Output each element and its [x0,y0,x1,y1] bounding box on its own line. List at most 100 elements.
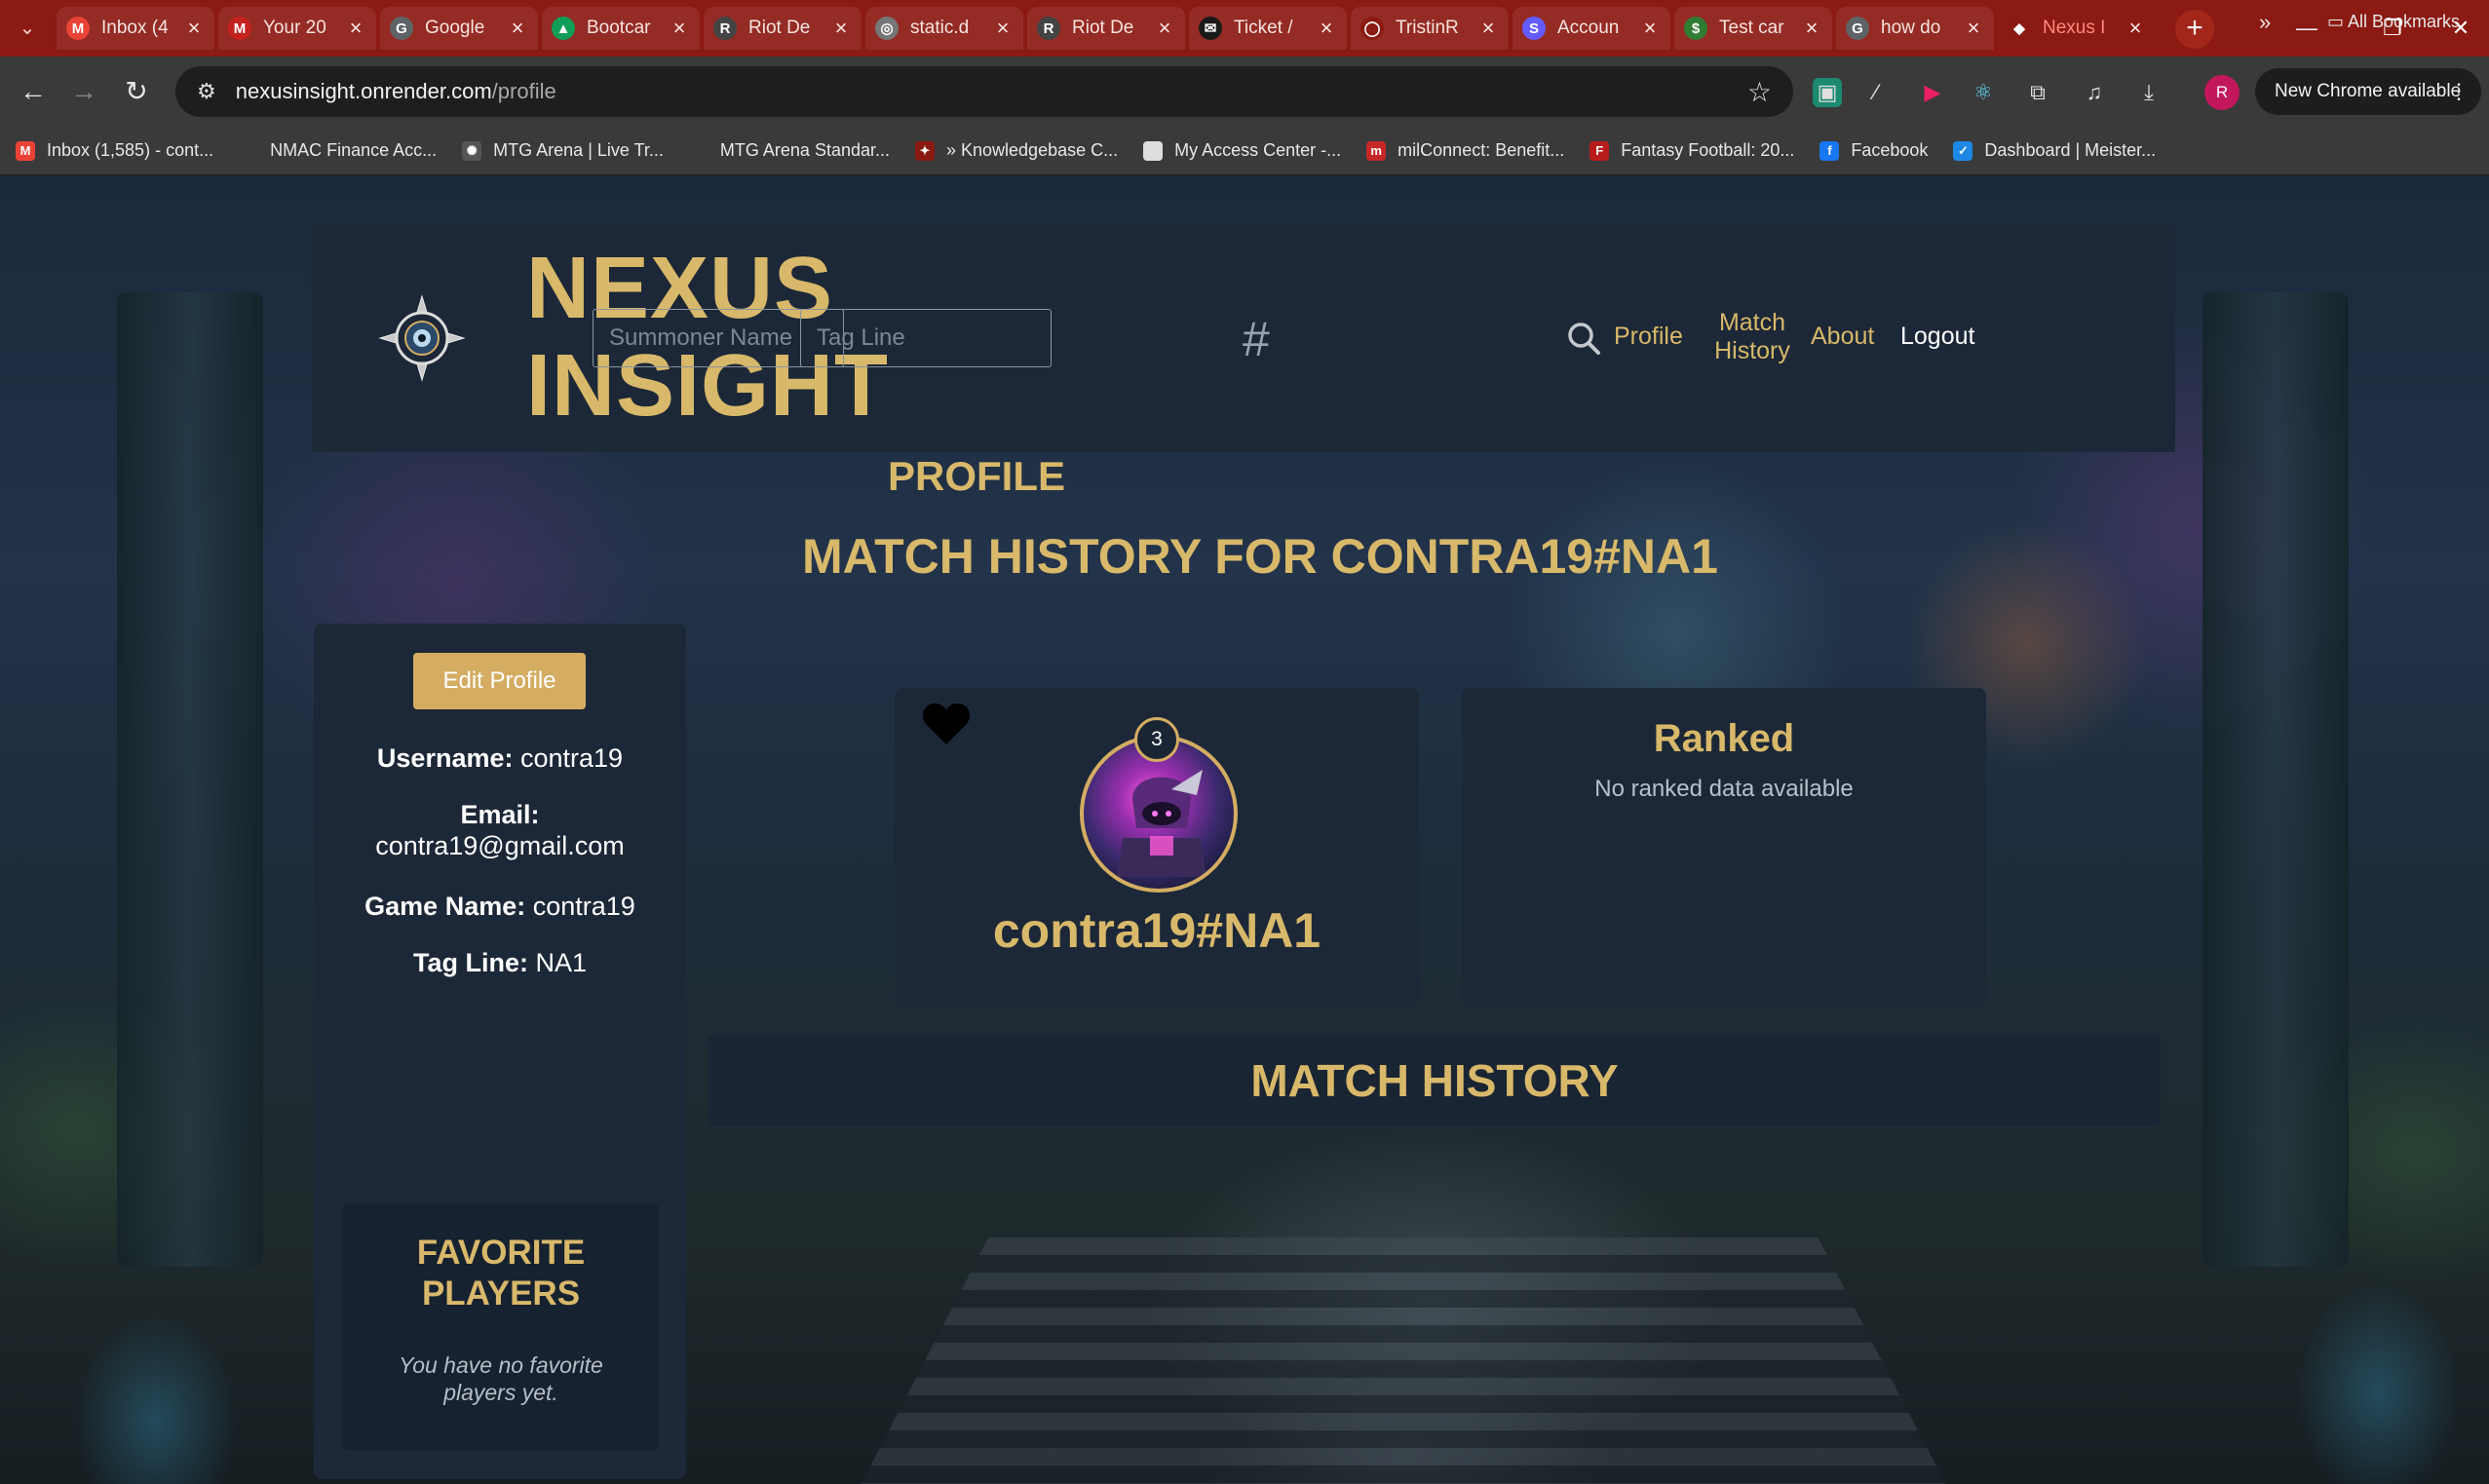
close-tab-icon[interactable]: × [830,16,852,41]
ranked-title: Ranked [1653,717,1795,760]
bookmarks-overflow-icon[interactable]: » [2259,10,2271,35]
tab-title: Nexus I [2043,18,2106,38]
browser-tab[interactable]: G Google × [380,7,538,50]
site-info-icon[interactable]: ⚙ [197,79,216,104]
riot-icon: R [1037,17,1060,40]
blank-icon [239,140,259,161]
reload-icon[interactable]: ↻ [117,72,156,111]
browser-tab[interactable]: ▲ Bootcar × [542,7,700,50]
back-icon[interactable]: ← [14,72,53,111]
bookmark-item[interactable]: MTG Arena Standar... [688,140,890,161]
profile-avatar[interactable]: R [2204,75,2240,110]
github-icon: ◯ [1360,17,1384,40]
drive-icon: ▲ [552,17,575,40]
extension-icon[interactable]: ⁄ [1861,78,1891,107]
heart-icon[interactable] [922,702,971,746]
browser-tab[interactable]: S Accoun × [1513,7,1670,50]
tab-title: Inbox (4 [101,18,169,38]
page-title-text: PROFILE [887,453,1065,499]
all-bookmarks-link[interactable]: ▭ All Bookmarks [2327,12,2460,32]
page-title: PROFILE [0,453,2489,500]
bookmark-item[interactable]: m milConnect: Benefit... [1366,140,1564,161]
extensions-puzzle-icon[interactable]: ⧉ [2023,78,2052,107]
tab-list: M Inbox (4 × M Your 20 × G Google × ▲ Bootcar × R Rio… [57,7,2160,50]
bookmark-item[interactable]: ✓ Dashboard | Meister... [1953,140,2156,161]
tab-title: Test car [1719,18,1784,38]
close-tab-icon[interactable]: × [183,16,205,41]
nav-profile-link[interactable]: Profile [1614,323,1683,351]
search-icon[interactable] [1567,322,1600,355]
nav-logout-link[interactable]: Logout [1900,323,1974,351]
bookmark-item[interactable]: My Access Center -... [1143,140,1341,161]
bookmark-star-icon[interactable]: ☆ [1747,76,1772,108]
match-history-title: MATCH HISTORY [1250,1055,1619,1106]
tab-title: Riot De [748,18,811,38]
favorite-players-title: FAVORITE PLAYERS [416,1234,586,1313]
nexus-logo-icon[interactable] [378,294,466,382]
bookmark-item[interactable]: f Facebook [1819,140,1928,161]
riot-icon: R [713,17,737,40]
close-tab-icon[interactable]: × [1316,16,1337,41]
browser-tab[interactable]: ◆ Nexus I × [1998,7,2156,50]
edit-profile-button[interactable]: Edit Profile [413,653,586,709]
browser-tab[interactable]: ✉ Ticket / × [1189,7,1347,50]
google-icon: G [390,17,413,40]
nav-about-link[interactable]: About [1811,323,1874,351]
tab-search-icon[interactable]: ⌄ [8,12,47,45]
url-host: nexusinsight.onrender.com [235,79,492,103]
username-row: Username: contra19 [314,742,686,774]
close-tab-icon[interactable]: × [507,16,528,41]
close-tab-icon[interactable]: × [669,16,690,41]
bookmark-label: My Access Center -... [1174,140,1342,160]
browser-tab[interactable]: M Your 20 × [218,7,376,50]
close-tab-icon[interactable]: × [1963,16,1984,41]
background-steps [858,1237,1949,1484]
react-devtools-icon[interactable]: ⚛ [1969,78,1998,107]
bookmark-item[interactable]: F Fantasy Football: 20... [1589,140,1794,161]
chrome-update-button[interactable]: New Chrome available ⋮ [2255,68,2481,115]
bookmark-item[interactable]: ✺ MTG Arena | Live Tr... [462,140,664,161]
bookmark-item[interactable]: ✦ » Knowledgebase C... [915,140,1118,161]
extension-icon[interactable]: ▶ [1918,78,1947,107]
download-icon[interactable]: ⤓ [2134,78,2164,107]
username-value: contra19 [520,743,624,773]
gmail-icon: M [228,17,251,40]
close-tab-icon[interactable]: × [1639,16,1661,41]
browser-chrome: ⌄ M Inbox (4 × M Your 20 × G Google × ▲ Bootcar × R R… [0,0,2489,175]
browser-tab[interactable]: ◎ static.d × [865,7,1023,50]
bookmark-item[interactable]: M Inbox (1,585) - cont... [16,140,213,161]
forward-icon[interactable]: → [64,72,103,111]
ranked-empty-message: No ranked data available [1594,776,1854,802]
email-label: Email: [460,800,540,829]
close-tab-icon[interactable]: × [992,16,1014,41]
menu-dots-icon[interactable]: ⋮ [2448,79,2470,104]
tab-title: Google [425,18,485,38]
game-name-value: contra19 [532,892,635,921]
extension-icon[interactable]: ▣ [1813,78,1842,107]
doc-icon [1143,140,1164,161]
close-tab-icon[interactable]: × [1477,16,1499,41]
browser-tab[interactable]: M Inbox (4 × [57,7,214,50]
browser-tab[interactable]: ◯ TristinR × [1351,7,1509,50]
nav-match-history-link[interactable]: Match History [1704,309,1801,365]
browser-tab[interactable]: R Riot De × [704,7,862,50]
address-row: ← → ↻ ⚙ nexusinsight.onrender.com/profil… [0,57,2489,127]
page-viewport: NEXUS INSIGHT # Profile Match History Ab… [0,175,2489,1484]
browser-tab[interactable]: R Riot De × [1027,7,1185,50]
address-bar[interactable]: ⚙ nexusinsight.onrender.com/profile ☆ [175,66,1793,117]
match-history-heading: MATCH HISTORY FOR CONTRA19#NA1 [0,528,2489,585]
close-tab-icon[interactable]: × [345,16,366,41]
close-tab-icon[interactable]: × [1801,16,1822,41]
browser-tab[interactable]: Ghow do × [1836,7,1994,50]
media-controls-icon[interactable]: ♫ [2080,78,2109,107]
ranked-card: Ranked No ranked data available [1462,688,1986,1008]
tag-line-input[interactable] [800,309,1052,367]
close-tab-icon[interactable]: × [1154,16,1175,41]
all-bookmarks-label: All Bookmarks [2348,12,2461,31]
close-tab-icon[interactable]: × [2125,16,2146,41]
tab-title: Bootcar [587,18,651,38]
url-path: /profile [491,79,556,103]
new-tab-button[interactable]: + [2175,10,2214,49]
bookmark-item[interactable]: NMAC Finance Acc... [239,140,437,161]
browser-tab[interactable]: $ Test car × [1674,7,1832,50]
